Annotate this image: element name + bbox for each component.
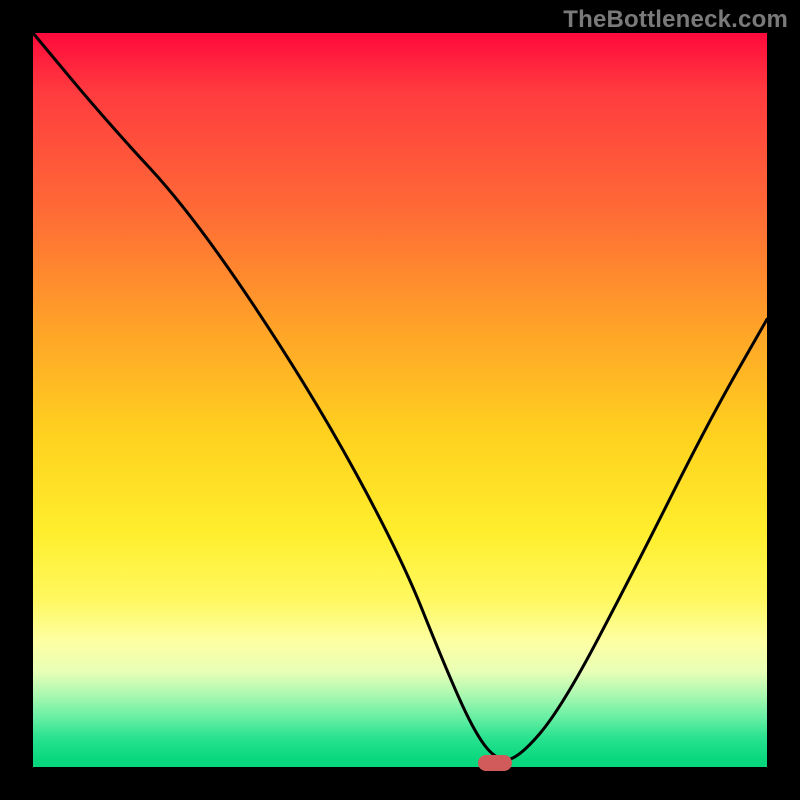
bottleneck-curve: [33, 33, 767, 767]
optimal-marker: [478, 755, 512, 771]
curve-path: [33, 33, 767, 760]
plot-area: [33, 33, 767, 767]
chart-frame: TheBottleneck.com: [0, 0, 800, 800]
watermark-text: TheBottleneck.com: [563, 6, 788, 34]
